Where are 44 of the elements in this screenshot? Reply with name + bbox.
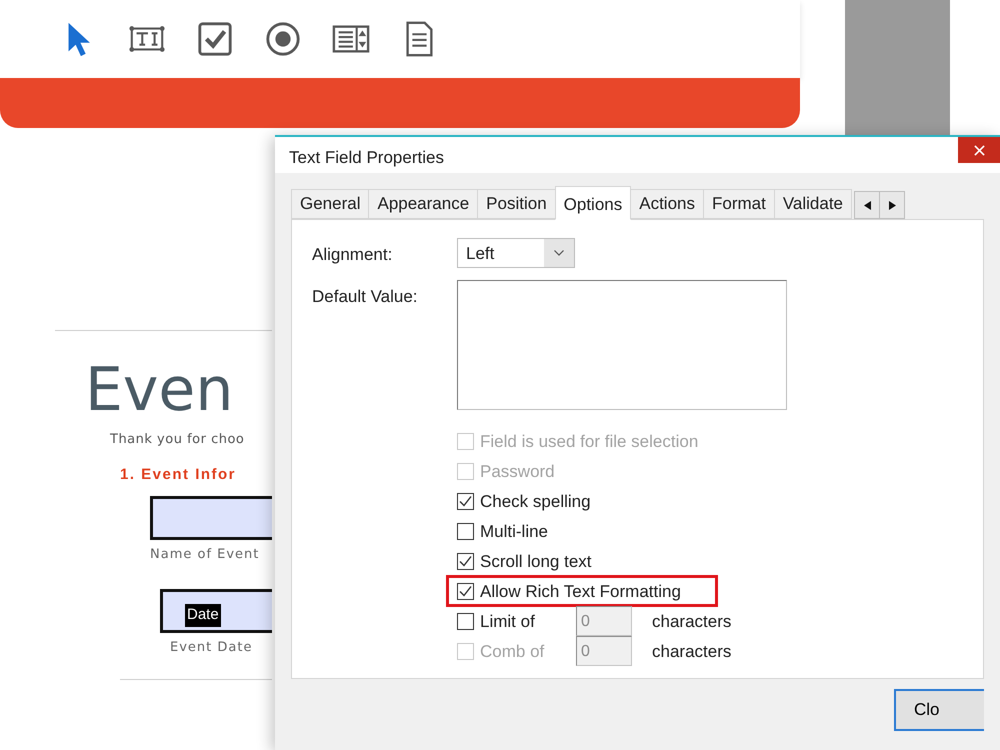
tab[interactable]: Format	[703, 189, 775, 220]
checkbox[interactable]	[457, 492, 474, 510]
checkbox-label: Check spelling	[480, 490, 591, 513]
tab[interactable]: Options	[554, 186, 632, 220]
section-heading: 1. Event Infor	[119, 464, 238, 484]
checkbox-label: Password	[480, 460, 555, 483]
triangle-left-icon	[864, 200, 871, 210]
field-label: Name of Event	[149, 546, 260, 564]
chevron-down-icon	[554, 250, 564, 256]
checkbox[interactable]	[457, 582, 474, 600]
tab[interactable]: Position	[477, 189, 556, 220]
close-button[interactable]: Clo	[894, 689, 984, 731]
field-label: Alignment:	[312, 244, 394, 266]
checkbox-tool-icon[interactable]	[196, 20, 234, 58]
count-field: 0	[576, 636, 632, 666]
tab[interactable]: General	[291, 189, 370, 220]
document-title: Even	[84, 359, 234, 422]
checkbox-label: Limit of	[480, 610, 536, 633]
selected-text: Date	[185, 604, 221, 626]
checkbox-label: Allow Rich Text Formatting	[480, 580, 681, 603]
checkbox-label: Multi-line	[480, 520, 548, 543]
tab[interactable]: Actions	[630, 189, 704, 220]
checkbox-label: Scroll long text	[480, 550, 592, 573]
intro-text: Thank you for choo	[109, 431, 246, 449]
radio-button-tool-icon[interactable]	[264, 20, 302, 58]
checkbox[interactable]	[457, 522, 474, 540]
tab[interactable]: Validate	[774, 189, 852, 220]
alignment-dropdown[interactable]: Left	[457, 238, 575, 268]
tab[interactable]: Appearance	[368, 189, 478, 220]
field-label: Default Value:	[312, 286, 419, 308]
scroll-right-button[interactable]	[879, 191, 906, 220]
checkbox[interactable]	[457, 612, 474, 630]
close-icon	[974, 144, 984, 156]
default-value-field[interactable]	[457, 280, 787, 410]
scroll-left-button[interactable]	[854, 191, 880, 220]
dialog-title: Text Field Properties	[288, 147, 445, 169]
field-label: Event Date	[169, 638, 254, 656]
window-close-button[interactable]	[958, 137, 1000, 163]
unit-label: characters	[652, 640, 732, 663]
checkbox[interactable]	[457, 552, 474, 570]
unit-label: characters	[652, 610, 732, 633]
triangle-right-icon	[888, 200, 896, 210]
checkbox-label: Field is used for file selection	[480, 430, 698, 453]
checkbox-label: Comb of	[480, 640, 546, 663]
